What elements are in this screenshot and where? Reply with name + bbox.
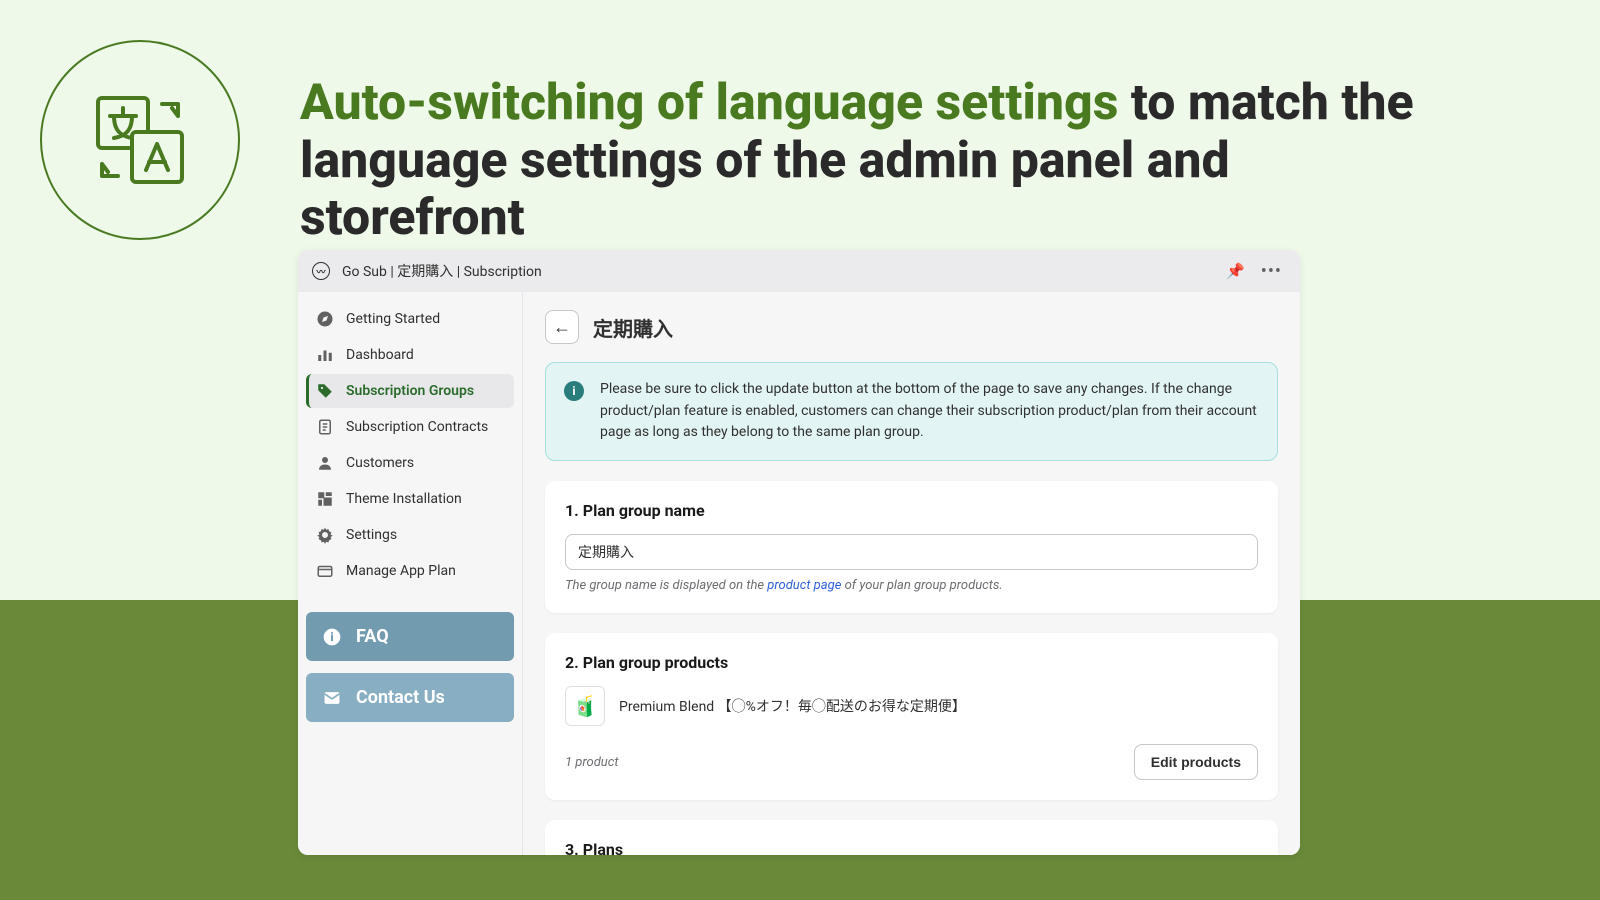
arrow-left-icon: ←: [553, 317, 571, 338]
product-page-link[interactable]: product page: [767, 578, 841, 593]
card-footer: 1 product Edit products: [565, 744, 1258, 780]
tag-icon: [316, 382, 334, 400]
edit-products-button[interactable]: Edit products: [1134, 744, 1258, 780]
contact-label: Contact Us: [356, 687, 445, 708]
more-icon[interactable]: •••: [1257, 261, 1286, 282]
svg-text:i: i: [330, 630, 333, 644]
sidebar-item-label: Getting Started: [346, 311, 440, 327]
product-name: Premium Blend 【◯%オフ！毎◯配送のお得な定期便】: [619, 696, 966, 716]
app-header: 〰 Go Sub | 定期購入 | Subscription 📌 •••: [298, 250, 1300, 292]
info-circle-icon: i: [564, 381, 584, 401]
faq-button[interactable]: i FAQ: [306, 612, 514, 661]
sidebar-item-dashboard[interactable]: Dashboard: [306, 338, 514, 372]
banner-text: Please be sure to click the update butto…: [600, 379, 1259, 444]
sidebar-item-theme-installation[interactable]: Theme Installation: [306, 482, 514, 516]
mail-icon: [322, 688, 342, 708]
info-banner: i Please be sure to click the update but…: [545, 362, 1278, 461]
app-body: Getting Started Dashboard Subscription G…: [298, 292, 1300, 855]
contact-us-button[interactable]: Contact Us: [306, 673, 514, 722]
plan-group-name-input[interactable]: [565, 534, 1258, 570]
info-icon: i: [322, 627, 342, 647]
back-button[interactable]: ←: [545, 310, 579, 344]
pin-icon[interactable]: 📌: [1226, 262, 1245, 280]
page-title: 定期購入: [593, 313, 673, 342]
section-title: 2. Plan group products: [565, 653, 1258, 672]
app-logo-icon: 〰: [312, 262, 330, 280]
person-icon: [316, 454, 334, 472]
clipboard-icon: [316, 418, 334, 436]
sidebar-item-subscription-groups[interactable]: Subscription Groups: [306, 374, 514, 408]
translate-icon: [40, 40, 240, 240]
sidebar-item-label: Subscription Contracts: [346, 419, 488, 435]
sidebar-item-label: Dashboard: [346, 347, 414, 363]
gear-icon: [316, 526, 334, 544]
sidebar-item-label: Manage App Plan: [346, 563, 456, 579]
hero-section: Auto-switching of language settings to m…: [40, 40, 1440, 248]
sidebar-item-label: Subscription Groups: [346, 383, 474, 399]
hero-title-accent: Auto-switching of language settings: [300, 74, 1118, 132]
compass-icon: [316, 310, 334, 328]
page-header: ← 定期購入: [545, 310, 1278, 344]
faq-label: FAQ: [356, 626, 389, 647]
section-title: 1. Plan group name: [565, 501, 1258, 520]
sidebar-item-label: Settings: [346, 527, 397, 543]
plan-group-name-hint: The group name is displayed on the produ…: [565, 578, 1258, 593]
product-thumbnail: 🧃: [565, 686, 605, 726]
sidebar-item-customers[interactable]: Customers: [306, 446, 514, 480]
card-icon: [316, 562, 334, 580]
sidebar: Getting Started Dashboard Subscription G…: [298, 292, 523, 855]
product-count: 1 product: [565, 755, 619, 770]
sidebar-item-getting-started[interactable]: Getting Started: [306, 302, 514, 336]
plan-group-name-card: 1. Plan group name The group name is dis…: [545, 481, 1278, 613]
sidebar-item-manage-app-plan[interactable]: Manage App Plan: [306, 554, 514, 588]
main-content: ← 定期購入 i Please be sure to click the upd…: [523, 292, 1300, 855]
product-row: 🧃 Premium Blend 【◯%オフ！毎◯配送のお得な定期便】: [565, 686, 1258, 726]
bar-chart-icon: [316, 346, 334, 364]
sidebar-item-label: Customers: [346, 455, 414, 471]
layout-icon: [316, 490, 334, 508]
hero-title: Auto-switching of language settings to m…: [300, 40, 1440, 248]
plan-group-products-card: 2. Plan group products 🧃 Premium Blend 【…: [545, 633, 1278, 800]
app-title: Go Sub | 定期購入 | Subscription: [342, 261, 542, 281]
app-window: 〰 Go Sub | 定期購入 | Subscription 📌 ••• Get…: [298, 250, 1300, 855]
sidebar-item-subscription-contracts[interactable]: Subscription Contracts: [306, 410, 514, 444]
plans-card: 3. Plans Each plan has a name and an ord…: [545, 820, 1278, 855]
sidebar-item-settings[interactable]: Settings: [306, 518, 514, 552]
sidebar-item-label: Theme Installation: [346, 491, 462, 507]
section-title: 3. Plans: [565, 840, 1258, 855]
